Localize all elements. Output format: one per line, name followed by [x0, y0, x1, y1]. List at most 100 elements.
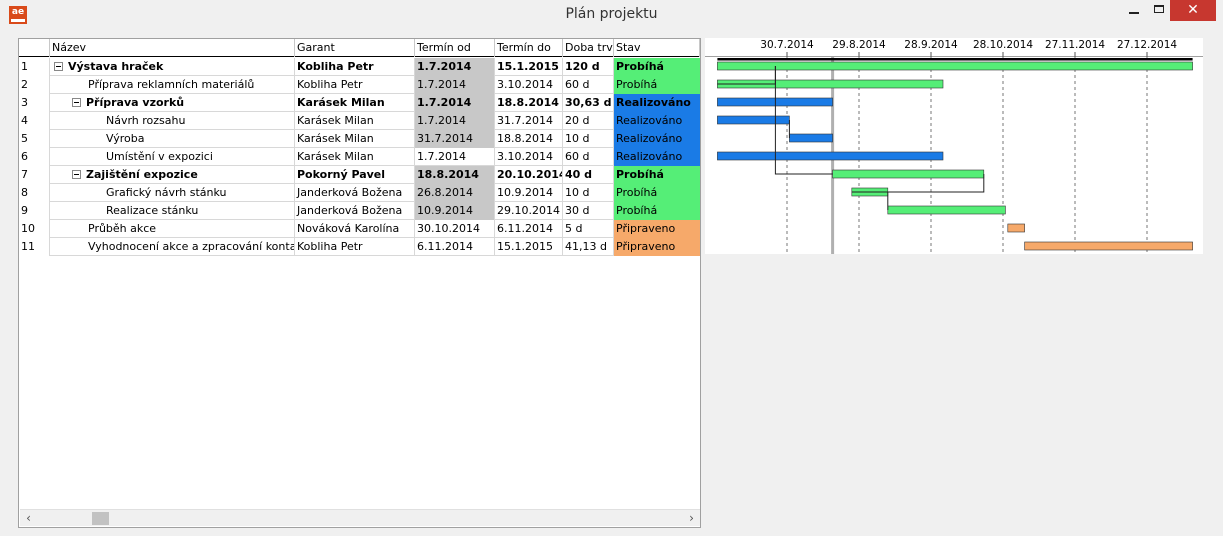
cell-num[interactable]: 4: [19, 112, 50, 130]
cell-from[interactable]: 1.7.2014: [415, 94, 495, 112]
close-button[interactable]: ✕: [1170, 0, 1216, 21]
table-row[interactable]: 11 Vyhodnocení akce a zpracování kontaktů…: [19, 238, 700, 256]
cell-state[interactable]: Probíhá: [614, 58, 700, 76]
cell-to[interactable]: 18.8.2014: [495, 130, 563, 148]
maximize-button[interactable]: [1148, 0, 1170, 21]
column-header[interactable]: Termín od: [415, 39, 495, 57]
cell-num[interactable]: 8: [19, 184, 50, 202]
cell-dur[interactable]: 20 d: [563, 112, 614, 130]
horizontal-scrollbar[interactable]: ‹ ›: [20, 509, 700, 526]
cell-from[interactable]: 1.7.2014: [415, 112, 495, 130]
cell-garant[interactable]: Karásek Milan: [295, 130, 415, 148]
cell-state[interactable]: Probíhá: [614, 76, 700, 94]
cell-dur[interactable]: 5 d: [563, 220, 614, 238]
cell-to[interactable]: 15.1.2015: [495, 238, 563, 256]
cell-garant[interactable]: Janderková Božena: [295, 184, 415, 202]
cell-garant[interactable]: Karásek Milan: [295, 94, 415, 112]
cell-dur[interactable]: 30 d: [563, 202, 614, 220]
cell-garant[interactable]: Nováková Karolína: [295, 220, 415, 238]
cell-num[interactable]: 3: [19, 94, 50, 112]
table-row[interactable]: 4 Návrh rozsahu Karásek Milan 1.7.2014 31.7.…: [19, 112, 700, 130]
cell-to[interactable]: 18.8.2014: [495, 94, 563, 112]
cell-from[interactable]: 1.7.2014: [415, 76, 495, 94]
cell-garant[interactable]: Kobliha Petr: [295, 238, 415, 256]
table-row[interactable]: 7 Zajištění expozice Pokorný Pavel 18.8.201…: [19, 166, 700, 184]
cell-state[interactable]: Realizováno: [614, 94, 700, 112]
cell-num[interactable]: 7: [19, 166, 50, 184]
scroll-thumb[interactable]: [92, 512, 109, 525]
cell-name[interactable]: Realizace stánku: [50, 202, 295, 220]
cell-state[interactable]: Realizováno: [614, 148, 700, 166]
cell-name[interactable]: Návrh rozsahu: [50, 112, 295, 130]
cell-to[interactable]: 3.10.2014: [495, 76, 563, 94]
cell-state[interactable]: Probíhá: [614, 184, 700, 202]
cell-num[interactable]: 11: [19, 238, 50, 256]
cell-garant[interactable]: Kobliha Petr: [295, 58, 415, 76]
cell-dur[interactable]: 30,63 d: [563, 94, 614, 112]
cell-state[interactable]: Realizováno: [614, 130, 700, 148]
cell-from[interactable]: 26.8.2014: [415, 184, 495, 202]
cell-garant[interactable]: Kobliha Petr: [295, 76, 415, 94]
table-row[interactable]: 2 Příprava reklamních materiálů Kobliha Pe…: [19, 76, 700, 94]
cell-num[interactable]: 2: [19, 76, 50, 94]
table-row[interactable]: 6 Umístění v expozici Karásek Milan 1.7.201…: [19, 148, 700, 166]
cell-dur[interactable]: 60 d: [563, 148, 614, 166]
cell-name[interactable]: Zajištění expozice: [50, 166, 295, 184]
cell-dur[interactable]: 60 d: [563, 76, 614, 94]
cell-name[interactable]: Grafický návrh stánku: [50, 184, 295, 202]
column-header[interactable]: Stav: [614, 39, 700, 57]
cell-from[interactable]: 1.7.2014: [415, 148, 495, 166]
cell-name[interactable]: Výroba: [50, 130, 295, 148]
table-row[interactable]: 5 Výroba Karásek Milan 31.7.2014 18.8.2014 10…: [19, 130, 700, 148]
column-header[interactable]: Garant: [295, 39, 415, 57]
table-row[interactable]: 3 Příprava vzorků Karásek Milan 1.7.2014 18.…: [19, 94, 700, 112]
cell-from[interactable]: 31.7.2014: [415, 130, 495, 148]
cell-to[interactable]: 15.1.2015: [495, 58, 563, 76]
cell-to[interactable]: 20.10.2014: [495, 166, 563, 184]
cell-name[interactable]: Výstava hraček: [50, 58, 295, 76]
gantt-chart[interactable]: 30.7.2014 29.8.2014 28.9.2014 28.10.2014 27.…: [705, 38, 1203, 254]
cell-state[interactable]: Připraveno: [614, 238, 700, 256]
cell-name[interactable]: Vyhodnocení akce a zpracování kontaktů: [50, 238, 295, 256]
cell-num[interactable]: 9: [19, 202, 50, 220]
cell-dur[interactable]: 120 d: [563, 58, 614, 76]
cell-state[interactable]: Probíhá: [614, 202, 700, 220]
cell-garant[interactable]: Karásek Milan: [295, 112, 415, 130]
cell-dur[interactable]: 41,13 d: [563, 238, 614, 256]
cell-to[interactable]: 10.9.2014: [495, 184, 563, 202]
column-header[interactable]: Termín do: [495, 39, 563, 57]
cell-to[interactable]: 3.10.2014: [495, 148, 563, 166]
column-header[interactable]: Název: [50, 39, 295, 57]
cell-state[interactable]: Realizováno: [614, 112, 700, 130]
collapse-toggle-icon[interactable]: [72, 170, 81, 179]
table-row[interactable]: 1 Výstava hraček Kobliha Petr 1.7.2014 15.1.…: [19, 58, 700, 76]
table-row[interactable]: 10 Průběh akce Nováková Karolína 30.10.2014…: [19, 220, 700, 238]
column-header[interactable]: Doba trvá: [563, 39, 614, 57]
cell-num[interactable]: 1: [19, 58, 50, 76]
cell-garant[interactable]: Karásek Milan: [295, 148, 415, 166]
cell-garant[interactable]: Pokorný Pavel: [295, 166, 415, 184]
cell-from[interactable]: 10.9.2014: [415, 202, 495, 220]
cell-dur[interactable]: 10 d: [563, 184, 614, 202]
cell-name[interactable]: Umístění v expozici: [50, 148, 295, 166]
cell-garant[interactable]: Janderková Božena: [295, 202, 415, 220]
cell-state[interactable]: Připraveno: [614, 220, 700, 238]
scroll-right-icon[interactable]: ›: [683, 510, 700, 527]
cell-name[interactable]: Příprava vzorků: [50, 94, 295, 112]
minimize-button[interactable]: [1120, 0, 1148, 21]
collapse-toggle-icon[interactable]: [72, 98, 81, 107]
cell-to[interactable]: 31.7.2014: [495, 112, 563, 130]
table-row[interactable]: 8 Grafický návrh stánku Janderková Božena 2…: [19, 184, 700, 202]
table-row[interactable]: 9 Realizace stánku Janderková Božena 10.9.2…: [19, 202, 700, 220]
cell-num[interactable]: 10: [19, 220, 50, 238]
cell-from[interactable]: 6.11.2014: [415, 238, 495, 256]
cell-name[interactable]: Průběh akce: [50, 220, 295, 238]
cell-dur[interactable]: 40 d: [563, 166, 614, 184]
cell-from[interactable]: 1.7.2014: [415, 58, 495, 76]
cell-from[interactable]: 30.10.2014: [415, 220, 495, 238]
cell-from[interactable]: 18.8.2014: [415, 166, 495, 184]
collapse-toggle-icon[interactable]: [54, 62, 63, 71]
cell-num[interactable]: 5: [19, 130, 50, 148]
cell-name[interactable]: Příprava reklamních materiálů: [50, 76, 295, 94]
cell-to[interactable]: 6.11.2014: [495, 220, 563, 238]
